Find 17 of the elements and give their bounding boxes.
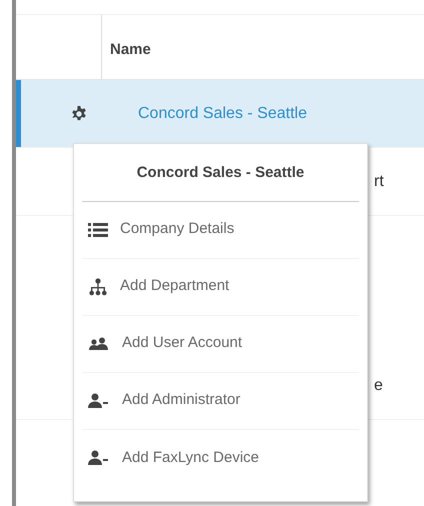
- gear-icon[interactable]: [71, 106, 87, 122]
- row-name: Concord Sales - Seattle: [138, 104, 307, 124]
- row-name: e: [374, 376, 383, 396]
- list-icon: [88, 222, 108, 238]
- menu-item[interactable]: Company Details: [82, 202, 359, 258]
- menu-title: Concord Sales - Seattle: [82, 144, 359, 202]
- menu-item[interactable]: Add Administrator: [82, 372, 359, 430]
- column-header[interactable]: Name: [102, 15, 151, 79]
- hierarchy-icon: [88, 278, 108, 296]
- menu-item[interactable]: Add User Account: [82, 316, 359, 372]
- row-name: rt: [374, 172, 384, 192]
- menu-item[interactable]: Add Department: [82, 258, 359, 316]
- user-add-icon: [88, 450, 110, 466]
- user-add-icon: [88, 392, 110, 408]
- users-icon: [88, 336, 110, 350]
- menu-item[interactable]: Add FaxLync Device: [82, 430, 359, 486]
- table-row[interactable]: Concord Sales - Seattle: [16, 80, 424, 148]
